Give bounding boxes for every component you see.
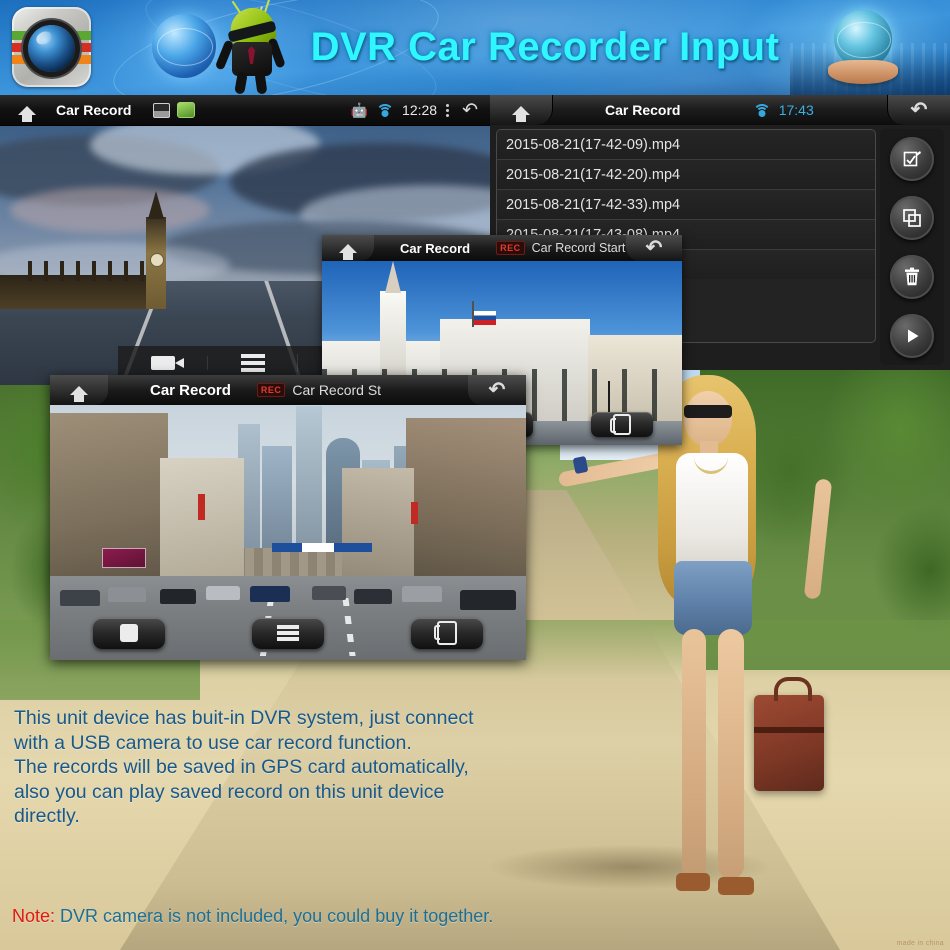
select-edit-icon	[903, 150, 921, 166]
list-icon	[240, 354, 265, 372]
file-actions-toolbar	[880, 129, 944, 365]
screenshot-root: DVR Car Recorder Input Car Record 🤖 12:2…	[0, 0, 950, 950]
status-clock: 12:28	[402, 102, 438, 118]
model-figure	[490, 375, 833, 950]
kebab-menu-icon[interactable]	[446, 103, 450, 117]
home-icon	[18, 105, 36, 122]
bottom-window-title: Car Record	[150, 381, 231, 399]
display-button[interactable]	[591, 411, 653, 437]
stop-icon	[120, 624, 139, 642]
trash-icon	[905, 267, 919, 285]
back-arrow-icon[interactable]: ↶	[458, 101, 482, 120]
description-line-3: The records will be saved in GPS card au…	[14, 756, 469, 778]
sunglasses-icon	[684, 405, 732, 418]
copy-icon	[903, 208, 921, 227]
back-button[interactable]: ↶	[626, 235, 682, 261]
display-icon	[610, 413, 631, 435]
rec-badge: REC	[256, 383, 286, 397]
stop-button[interactable]	[93, 617, 166, 649]
description-line-4: also you can play saved record on this u…	[14, 780, 445, 803]
bluetooth-icon: 🤖	[350, 102, 369, 118]
back-button[interactable]: ↶	[468, 375, 526, 405]
main-window-title: Car Record	[56, 102, 132, 118]
mid-window-status: Car Record Start	[531, 241, 626, 255]
home-button[interactable]	[0, 105, 54, 122]
delete-button[interactable]	[890, 254, 934, 299]
back-arrow-icon: ↶	[488, 379, 506, 401]
green-app-icon[interactable]	[177, 102, 196, 118]
home-button[interactable]	[490, 95, 553, 125]
home-icon	[70, 385, 88, 402]
main-status-bar: Car Record 🤖 12:28 ↶	[0, 95, 490, 126]
mid-window-titlebar: Car Record REC Car Record Start ↶	[322, 235, 682, 261]
list-item[interactable]: 2015-08-21(17-42-09).mp4	[497, 130, 875, 160]
page-banner: DVR Car Recorder Input	[0, 0, 950, 95]
suitcase-graphic	[754, 677, 824, 791]
list-icon	[276, 625, 299, 641]
play-button[interactable]	[890, 313, 934, 358]
record-button[interactable]	[118, 356, 208, 370]
bottom-window-titlebar: Car Record REC Car Record St ↶	[50, 375, 526, 405]
back-arrow-icon: ↶	[645, 237, 663, 259]
back-button[interactable]: ↶	[886, 95, 950, 125]
copy-button[interactable]	[890, 195, 934, 240]
list-item[interactable]: 2015-08-21(17-42-33).mp4	[497, 190, 875, 220]
camera-icon	[12, 7, 91, 87]
home-icon	[339, 243, 357, 260]
note-body: DVR camera is not included, you could bu…	[55, 906, 494, 926]
file-panel-clock: 17:43	[778, 102, 814, 118]
mid-window-title: Car Record	[400, 240, 471, 256]
back-arrow-icon: ↶	[910, 99, 928, 121]
file-panel-title: Car Record	[605, 102, 681, 118]
bottom-camera-preview	[50, 405, 526, 660]
home-button[interactable]	[322, 235, 374, 261]
bottom-recording-window: Car Record REC Car Record St ↶	[50, 375, 526, 660]
rec-badge: REC	[496, 241, 525, 255]
video-camera-icon	[150, 356, 184, 370]
wifi-icon	[752, 104, 771, 117]
list-item[interactable]: 2015-08-21(17-42-20).mp4	[497, 160, 875, 190]
note-text: Note: DVR camera is not included, you co…	[12, 906, 493, 927]
hand-graphic	[828, 60, 898, 84]
file-list-button[interactable]	[251, 617, 324, 649]
screenshot-icon[interactable]	[153, 102, 171, 118]
note-label: Note:	[12, 906, 56, 926]
description-text: This unit device has buit-in DVR system,…	[14, 706, 594, 829]
globe-icon	[152, 14, 216, 78]
description-line-5: directly.	[14, 805, 80, 827]
select-button[interactable]	[890, 136, 934, 181]
home-button[interactable]	[50, 375, 108, 405]
description-line-2: with a USB camera to use car record func…	[14, 731, 412, 754]
file-list-button[interactable]	[208, 354, 298, 372]
display-icon	[433, 621, 457, 645]
home-icon	[512, 105, 530, 122]
bottom-window-status: Car Record St	[292, 382, 382, 398]
file-panel-titlebar: Car Record 17:43 ↶	[490, 95, 950, 125]
description-line-1: This unit device has buit-in DVR system,…	[14, 707, 474, 729]
display-button[interactable]	[410, 617, 483, 649]
play-icon	[908, 329, 919, 342]
page-title: DVR Car Recorder Input	[310, 24, 780, 69]
wifi-icon	[376, 104, 395, 117]
corner-watermark: made in china	[896, 940, 944, 947]
